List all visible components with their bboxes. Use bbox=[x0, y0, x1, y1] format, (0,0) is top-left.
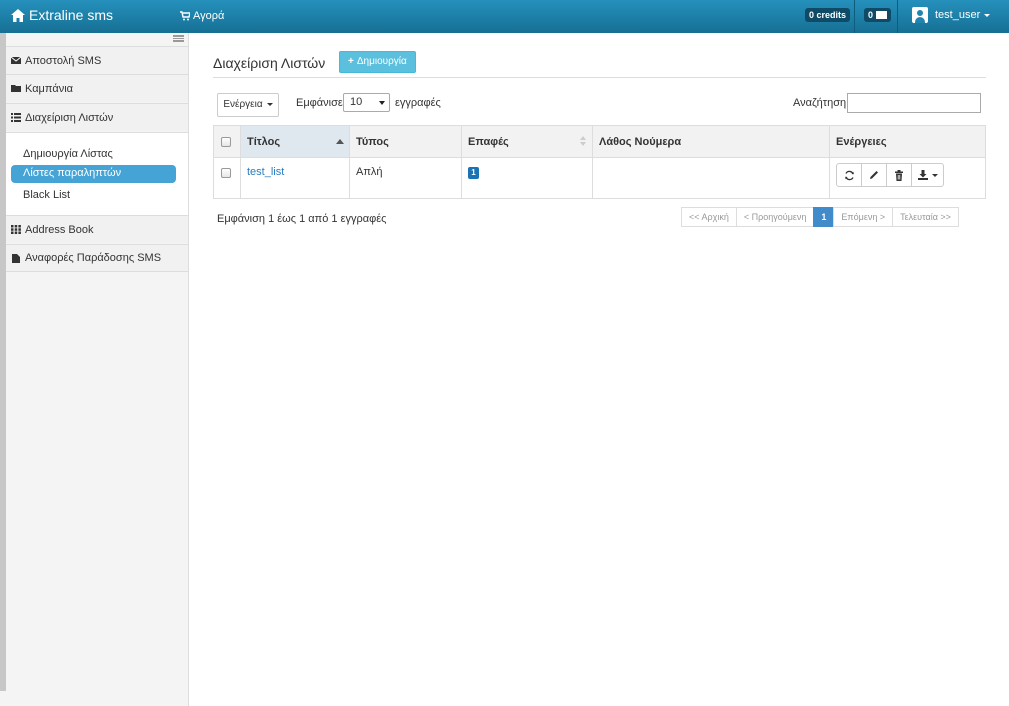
user-menu[interactable]: test_user bbox=[912, 7, 991, 23]
delete-button[interactable] bbox=[886, 163, 912, 187]
cell-wrong-numbers bbox=[593, 158, 830, 198]
title-divider bbox=[213, 77, 986, 78]
sidebar-item-list-management[interactable]: Διαχείριση Λιστών bbox=[6, 103, 188, 131]
page-size-value: 10 bbox=[350, 96, 363, 108]
sidebar-item-delivery-reports[interactable]: Αναφορές Παράδοσης SMS bbox=[6, 244, 188, 272]
caret-down-icon bbox=[266, 102, 273, 106]
shop-label: Αγορά bbox=[193, 10, 225, 22]
create-button-label: Δημιουργία bbox=[356, 56, 407, 67]
search-label: Αναζήτηση bbox=[793, 97, 847, 109]
user-icon bbox=[912, 7, 928, 23]
contacts-count-badge[interactable]: 1 bbox=[468, 167, 479, 179]
pagination: << Αρχική < Προηγούμενη 1 Επόμενη > Τελε… bbox=[681, 207, 959, 227]
download-icon bbox=[917, 170, 928, 180]
submenu-item-recipient-lists[interactable]: Λίστες παραληπτών bbox=[11, 165, 176, 183]
navbar-divider bbox=[854, 0, 855, 33]
page-previous-button[interactable]: < Προηγούμενη bbox=[735, 207, 815, 227]
header-actions-label: Ενέργειες bbox=[836, 136, 887, 148]
submenu-list-management: Δημιουργία Λίστας Λίστες παραληπτών Blac… bbox=[6, 132, 188, 216]
page-title: Διαχείριση Λιστών bbox=[213, 55, 326, 71]
page-size-label: Εμφάνισε bbox=[296, 97, 343, 109]
cart-icon bbox=[180, 11, 190, 21]
user-name: test_user bbox=[935, 9, 981, 21]
sidebar-item-send-sms[interactable]: Αποστολή SMS bbox=[6, 46, 188, 74]
grid-icon bbox=[11, 225, 21, 234]
sidebar-item-address-book[interactable]: Address Book bbox=[6, 215, 188, 243]
plus-icon: + bbox=[348, 56, 354, 67]
page-1-button[interactable]: 1 bbox=[813, 207, 835, 227]
top-navbar: Extraline sms Αγορά 0 credits 0 test_use… bbox=[0, 0, 1009, 33]
cell-type: Απλή bbox=[350, 158, 462, 198]
header-wrong-numbers: Λάθος Νούμερα bbox=[593, 126, 830, 157]
menu-toggle-icon[interactable] bbox=[173, 35, 184, 42]
row-actions-group bbox=[836, 163, 944, 187]
refresh-button[interactable] bbox=[836, 163, 862, 187]
header-title-label: Τίτλος bbox=[247, 136, 281, 148]
row-checkbox[interactable] bbox=[221, 168, 231, 178]
sidebar-item-label: Διαχείριση Λιστών bbox=[25, 111, 114, 124]
edit-button[interactable] bbox=[861, 163, 887, 187]
messages-badge[interactable]: 0 bbox=[864, 8, 892, 22]
search-input[interactable] bbox=[847, 93, 981, 113]
file-icon bbox=[12, 253, 20, 263]
sidebar-item-label: Address Book bbox=[25, 223, 94, 236]
shop-link[interactable]: Αγορά bbox=[180, 10, 224, 22]
messages-count: 0 bbox=[868, 10, 874, 20]
row-select-cell bbox=[214, 158, 241, 198]
create-button[interactable]: + Δημιουργία bbox=[339, 51, 416, 73]
caret-down-icon bbox=[984, 13, 991, 17]
sidebar-item-label: Αποστολή SMS bbox=[25, 54, 102, 67]
download-dropdown-button[interactable] bbox=[911, 163, 944, 187]
brand-label: Extraline sms bbox=[29, 7, 114, 23]
sidebar: Αποστολή SMS Καμπάνια Διαχείριση Λιστών … bbox=[0, 33, 189, 706]
envelope-icon bbox=[11, 56, 21, 64]
submenu-item-create-list[interactable]: Δημιουργία Λίστας bbox=[23, 148, 113, 160]
folder-icon bbox=[11, 85, 21, 92]
trash-icon bbox=[895, 169, 903, 181]
home-icon bbox=[11, 8, 25, 22]
navbar-divider bbox=[897, 0, 898, 33]
caret-down-icon bbox=[931, 173, 938, 177]
cell-title: test_list bbox=[241, 158, 350, 198]
list-title-link[interactable]: test_list bbox=[247, 166, 284, 178]
table-header: Τίτλος Τύπος Επαφές Λάθος Νούμερα Ενέργε… bbox=[214, 126, 985, 158]
sidebar-item-label: Αναφορές Παράδοσης SMS bbox=[25, 252, 162, 264]
actions-dropdown-button[interactable]: Ενέργεια bbox=[217, 93, 279, 117]
actions-dropdown-label: Ενέργεια bbox=[223, 99, 263, 110]
page-next-button[interactable]: Επόμενη > bbox=[833, 207, 894, 227]
page-first-button[interactable]: << Αρχική bbox=[681, 207, 737, 227]
cell-contacts: 1 bbox=[462, 158, 593, 198]
brand-link[interactable]: Extraline sms bbox=[11, 7, 113, 23]
header-select-all bbox=[214, 126, 241, 157]
sort-icon bbox=[580, 136, 586, 146]
credits-badge[interactable]: 0 credits bbox=[805, 8, 851, 22]
header-type[interactable]: Τύπος bbox=[350, 126, 462, 157]
list-icon bbox=[11, 113, 21, 122]
envelope-icon bbox=[876, 11, 888, 19]
sidebar-item-label: Καμπάνια bbox=[25, 82, 73, 95]
records-label: εγγραφές bbox=[395, 97, 441, 109]
page-last-button[interactable]: Τελευταία >> bbox=[892, 207, 959, 227]
header-title[interactable]: Τίτλος bbox=[241, 126, 350, 157]
header-contacts-label: Επαφές bbox=[468, 136, 509, 148]
header-type-label: Τύπος bbox=[356, 136, 389, 148]
select-caret-icon bbox=[379, 101, 385, 105]
header-contacts[interactable]: Επαφές bbox=[462, 126, 593, 157]
header-actions: Ενέργειες bbox=[830, 126, 985, 157]
sort-ascending-icon bbox=[336, 139, 344, 144]
lists-table: Τίτλος Τύπος Επαφές Λάθος Νούμερα Ενέργε… bbox=[213, 125, 986, 199]
page-size-select[interactable]: 10 bbox=[343, 93, 390, 112]
select-all-checkbox[interactable] bbox=[221, 137, 231, 147]
submenu-item-black-list[interactable]: Black List bbox=[23, 189, 70, 201]
refresh-icon bbox=[844, 170, 854, 180]
header-wrong-numbers-label: Λάθος Νούμερα bbox=[599, 136, 682, 148]
sidebar-item-campaign[interactable]: Καμπάνια bbox=[6, 74, 188, 102]
pencil-icon bbox=[870, 171, 878, 179]
table-info: Εμφάνιση 1 έως 1 από 1 εγγραφές bbox=[217, 213, 387, 225]
